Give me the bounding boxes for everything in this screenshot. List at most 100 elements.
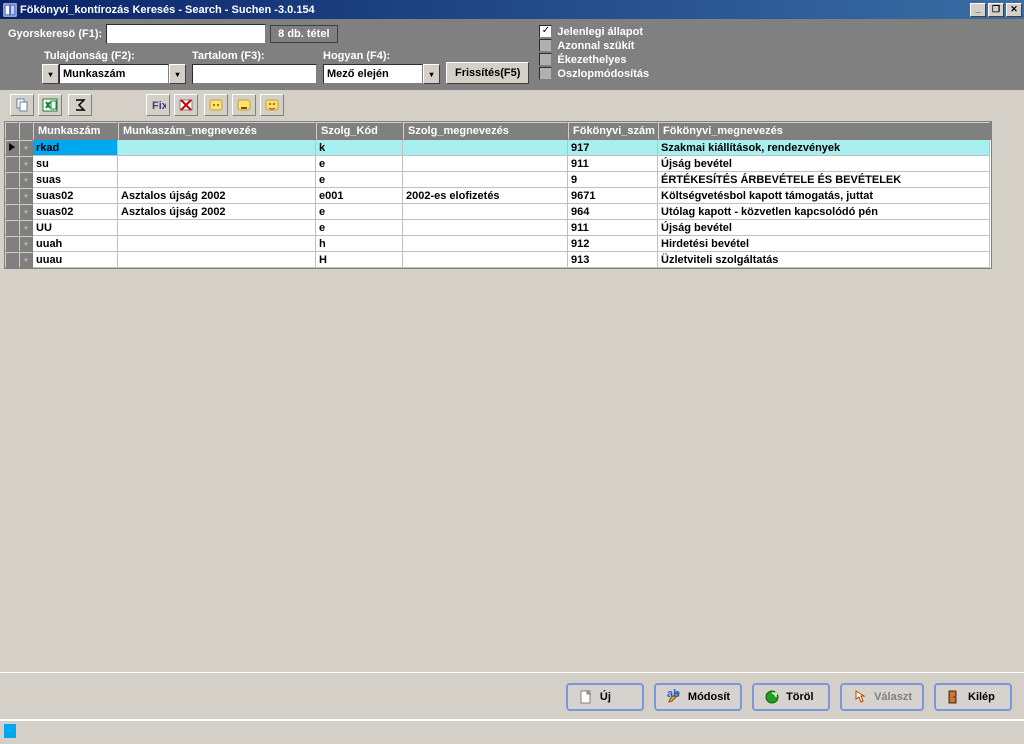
column-resize-checkbox[interactable] (539, 67, 552, 80)
row-marker (5, 236, 19, 252)
col-munkaszam[interactable]: Munkaszám (33, 122, 118, 140)
property-prefix-dropdown[interactable]: ▾ (42, 64, 59, 84)
result-count: 8 db. tétel (270, 25, 337, 43)
table-row[interactable]: +rkadk917Szakmai kiállítások, rendezvény… (5, 140, 991, 156)
expand-icon[interactable]: + (19, 236, 33, 252)
property-label: Tulajdonság (F2): (44, 50, 186, 62)
copy-icon[interactable] (10, 94, 34, 116)
grid-header: Munkaszám Munkaszám_megnevezés Szolg_Kód… (5, 122, 991, 140)
cell (403, 236, 568, 252)
cell: 913 (568, 252, 658, 268)
expand-icon[interactable]: + (19, 172, 33, 188)
row-marker (5, 156, 19, 172)
cell: Költségvetésbol kapott támogatás, juttat (658, 188, 990, 204)
new-icon (578, 689, 594, 705)
expand-icon[interactable]: + (19, 140, 33, 156)
expand-icon[interactable]: + (19, 252, 33, 268)
cell: 2002-es elofizetés (403, 188, 568, 204)
current-state-checkbox[interactable]: ✓ (539, 25, 552, 38)
row-marker (5, 252, 19, 268)
table-row[interactable]: +suas02Asztalos újság 2002e0012002-es el… (5, 188, 991, 204)
cell (118, 220, 316, 236)
column-resize-label: Oszlopmódosítás (557, 68, 649, 80)
table-row[interactable]: +suas02Asztalos újság 2002e964Utólag kap… (5, 204, 991, 220)
how-dropdown[interactable]: ▾ (423, 64, 440, 84)
table-row[interactable]: +uuahh912Hirdetési bevétel (5, 236, 991, 252)
table-row[interactable]: +sue911Újság bevétel (5, 156, 991, 172)
modify-button[interactable]: ab Módosít (654, 683, 742, 711)
minimize-button[interactable]: _ (970, 3, 986, 17)
filter-minus-icon[interactable] (232, 94, 256, 116)
close-button[interactable]: ✕ (1006, 3, 1022, 17)
window-controls: _ ❐ ✕ (970, 3, 1024, 17)
cell: Utólag kapott - közvetlen kapcsolódó pén (658, 204, 990, 220)
current-state-label: Jelenlegi állapot (557, 26, 643, 38)
window-title: Fökönyvi_kontírozás Keresés - Search - S… (20, 4, 315, 16)
col-fokonyvi-megnevezes[interactable]: Fökönyvi_megnevezés (658, 122, 990, 140)
auto-refine-checkbox[interactable] (539, 39, 552, 52)
table-row[interactable]: +suase9ÉRTÉKESÍTÉS ÁRBEVÉTELE ÉS BEVÉTEL… (5, 172, 991, 188)
expand-icon[interactable]: + (19, 204, 33, 220)
sigma-icon[interactable] (68, 94, 92, 116)
row-marker (5, 204, 19, 220)
exit-button[interactable]: Kilép (934, 683, 1012, 711)
col-fokonyvi-szam[interactable]: Fökönyvi_szám (568, 122, 658, 140)
how-label: Hogyan (F4): (323, 50, 440, 62)
maximize-button[interactable]: ❐ (988, 3, 1004, 17)
cell: 917 (568, 140, 658, 156)
cell: suas02 (33, 204, 118, 220)
cell: Üzletviteli szolgáltatás (658, 252, 990, 268)
how-select[interactable] (323, 64, 423, 84)
fix-columns-icon[interactable]: Fix (146, 94, 170, 116)
cell: suas02 (33, 188, 118, 204)
property-dropdown[interactable]: ▾ (169, 64, 186, 84)
cell (403, 172, 568, 188)
table-row[interactable]: +uuauH913Üzletviteli szolgáltatás (5, 252, 991, 268)
table-row[interactable]: +UUe911Újság bevétel (5, 220, 991, 236)
remove-fix-icon[interactable] (174, 94, 198, 116)
cell (403, 204, 568, 220)
new-button[interactable]: Új (566, 683, 644, 711)
expand-icon[interactable]: + (19, 156, 33, 172)
col-szolg-megnevezes[interactable]: Szolg_megnevezés (403, 122, 568, 140)
filter-yellow-icon[interactable] (204, 94, 228, 116)
cell: rkad (33, 140, 118, 156)
expand-icon[interactable]: + (19, 188, 33, 204)
auto-refine-label: Azonnal szükít (557, 40, 634, 52)
accent-checkbox[interactable] (539, 53, 552, 66)
row-marker (5, 172, 19, 188)
cell (118, 252, 316, 268)
cell: 912 (568, 236, 658, 252)
cell (403, 156, 568, 172)
quicksearch-label: Gyorskeresö (F1): (8, 28, 102, 40)
cell (403, 220, 568, 236)
excel-export-icon[interactable] (38, 94, 62, 116)
row-marker (5, 188, 19, 204)
bottom-panel: Új ab Módosít Töröl Választ Kilép (0, 672, 1024, 744)
cell: Újság bevétel (658, 220, 990, 236)
results-grid[interactable]: Munkaszám Munkaszám_megnevezés Szolg_Kód… (4, 121, 992, 269)
col-szolg-kod[interactable]: Szolg_Kód (316, 122, 403, 140)
grid-area: Munkaszám Munkaszám_megnevezés Szolg_Kód… (0, 120, 1024, 680)
exit-icon (946, 689, 962, 705)
cell: Hirdetési bevétel (658, 236, 990, 252)
property-select[interactable] (59, 64, 169, 84)
cell: H (316, 252, 403, 268)
svg-text:Fix: Fix (152, 100, 166, 112)
quicksearch-input[interactable] (106, 24, 266, 44)
col-munkaszam-megnevezes[interactable]: Munkaszám_megnevezés (118, 122, 316, 140)
cell: e (316, 156, 403, 172)
delete-button[interactable]: Töröl (752, 683, 830, 711)
filter-plus-icon[interactable] (260, 94, 284, 116)
options-group: ✓Jelenlegi állapot Azonnal szükít Ékezet… (539, 24, 649, 81)
select-button[interactable]: Választ (840, 683, 924, 711)
row-marker (5, 220, 19, 236)
cell: 964 (568, 204, 658, 220)
status-progress-icon (4, 724, 16, 738)
content-input[interactable] (192, 64, 317, 84)
expand-icon[interactable]: + (19, 220, 33, 236)
cell: Szakmai kiállítások, rendezvények (658, 140, 990, 156)
cell (118, 140, 316, 156)
refresh-button[interactable]: Frissítés(F5) (446, 62, 529, 84)
cell: 911 (568, 156, 658, 172)
